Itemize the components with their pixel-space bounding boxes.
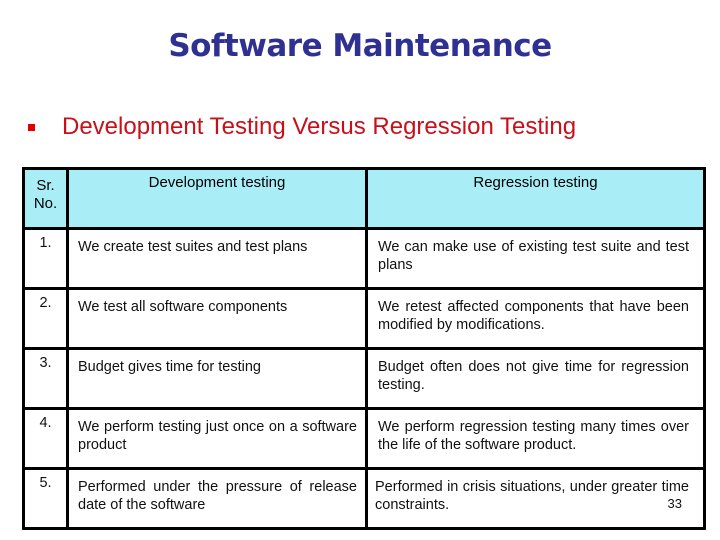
cell-regression: We perform regression testing many times…: [365, 407, 706, 470]
bullet-point: Development Testing Versus Regression Te…: [0, 113, 720, 143]
cell-regression: We can make use of existing test suite a…: [365, 227, 706, 290]
cell-sr-no: 3.: [22, 347, 69, 410]
square-bullet-icon: [28, 124, 35, 131]
header-sr-line1: Sr.: [36, 177, 55, 194]
cell-sr-no: 5.: [22, 467, 69, 530]
cell-development: Performed under the pressure of release …: [66, 467, 368, 530]
header-development-testing: Development testing: [66, 167, 368, 230]
bullet-text: Development Testing Versus Regression Te…: [62, 113, 577, 140]
table-row: 2. We test all software components We re…: [22, 287, 706, 350]
table-row: 5. Performed under the pressure of relea…: [22, 467, 706, 530]
comparison-table: Sr. No. Development testing Regression t…: [22, 167, 706, 530]
header-sr-line2: No.: [33, 195, 58, 212]
table-row: 4. We perform testing just once on a sof…: [22, 407, 706, 470]
cell-sr-no: 4.: [22, 407, 69, 470]
cell-sr-no: 1.: [22, 227, 69, 290]
cell-development: We test all software components: [66, 287, 368, 350]
header-regression-testing: Regression testing: [365, 167, 706, 230]
table-row: 3. Budget gives time for testing Budget …: [22, 347, 706, 410]
header-sr-no: Sr. No.: [22, 167, 69, 230]
page-number: 33: [667, 496, 682, 511]
cell-regression: We retest affected components that have …: [365, 287, 706, 350]
table-header-row: Sr. No. Development testing Regression t…: [22, 167, 706, 230]
table-row: 1. We create test suites and test plans …: [22, 227, 706, 290]
cell-development: Budget gives time for testing: [66, 347, 368, 410]
cell-sr-no: 2.: [22, 287, 69, 350]
cell-development: We create test suites and test plans: [66, 227, 368, 290]
slide-title: Software Maintenance: [168, 28, 552, 64]
cell-regression: Budget often does not give time for regr…: [365, 347, 706, 410]
cell-development: We perform testing just once on a softwa…: [66, 407, 368, 470]
